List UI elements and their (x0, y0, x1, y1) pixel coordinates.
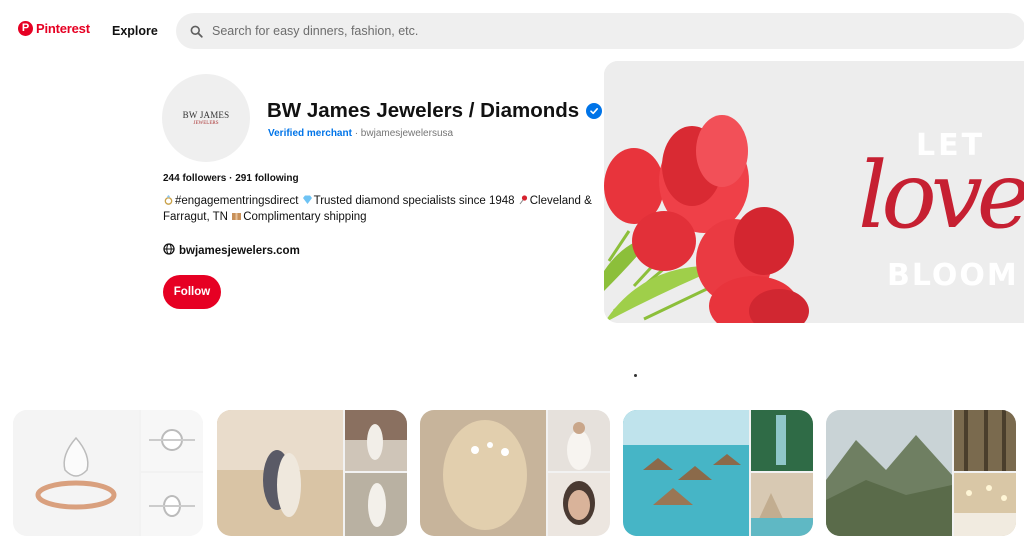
cover-text-love: love (858, 142, 1024, 249)
board-card-rings[interactable] (13, 410, 203, 536)
cover-text-bloom: BLOOM (887, 258, 1019, 293)
search-input[interactable] (212, 24, 812, 38)
board-thumb-reception (954, 473, 1016, 536)
follow-stats[interactable]: 244 followers · 291 following (163, 173, 299, 184)
board-thumb-ring-2 (141, 473, 203, 536)
board-thumb-bride-portrait (548, 410, 610, 471)
board-cover-ring (13, 410, 139, 536)
board-cover-bridal-hair (420, 410, 546, 536)
profile-name-text: BW James Jewelers / Diamonds (267, 99, 580, 122)
explore-link[interactable]: Explore (112, 24, 158, 38)
website-text: bwjamesjewelers.com (179, 244, 300, 257)
profile-name: BW James Jewelers / Diamonds (267, 99, 603, 123)
board-thumb-forest-lights (954, 410, 1016, 471)
board-thumb-bride-2 (345, 473, 407, 536)
merchant-line: Verified merchant · bwjamesjewelersusa (268, 128, 453, 139)
board-card-travel[interactable] (623, 410, 813, 536)
verified-check-icon (586, 103, 603, 119)
top-bar: P Pinterest Explore (0, 0, 1024, 62)
board-cover-mountains (826, 410, 952, 536)
bio-hashtag[interactable]: #engagementringsdirect (175, 195, 298, 207)
bio-tagline: Trusted diamond specialists since 1948 (313, 195, 515, 207)
board-card-venues[interactable] (826, 410, 1016, 536)
avatar-logo-text: BW JAMES (182, 110, 230, 120)
board-card-weddings[interactable] (217, 410, 407, 536)
board-thumb-cliffs (751, 473, 813, 536)
profile-handle: · bwjamesjewelersusa (351, 128, 454, 139)
bio-shipping: Complimentary shipping (243, 210, 367, 223)
avatar[interactable]: BW JAMES JEWELERS (162, 74, 250, 162)
board-cover-wedding-couple (217, 410, 343, 536)
verified-merchant-link[interactable]: Verified merchant (268, 128, 352, 139)
board-thumb-waterfall (751, 410, 813, 471)
globe-icon (163, 243, 175, 258)
pinterest-logo[interactable]: P Pinterest (18, 21, 90, 36)
avatar-logo-subtext: JEWELERS (193, 121, 219, 126)
logo-text: Pinterest (36, 21, 90, 36)
divider-dot (634, 374, 637, 377)
board-thumb-bride-makeup (548, 473, 610, 536)
board-card-bridal-hair[interactable] (420, 410, 610, 536)
profile-bio: #engagementringsdirect Trusted diamond s… (163, 194, 593, 225)
board-thumb-ring-1 (141, 410, 203, 471)
search-bar[interactable] (176, 13, 1024, 49)
pinterest-logo-icon: P (18, 21, 33, 36)
board-cover-overwater-bungalows (623, 410, 749, 536)
ring-icon (163, 194, 174, 205)
diamond-icon (302, 194, 313, 205)
pin-icon (518, 194, 529, 205)
package-icon (231, 210, 242, 221)
board-thumb-bride-1 (345, 410, 407, 471)
follow-button[interactable]: Follow (163, 275, 221, 309)
website-link[interactable]: bwjamesjewelers.com (163, 243, 300, 258)
search-icon (188, 23, 204, 39)
